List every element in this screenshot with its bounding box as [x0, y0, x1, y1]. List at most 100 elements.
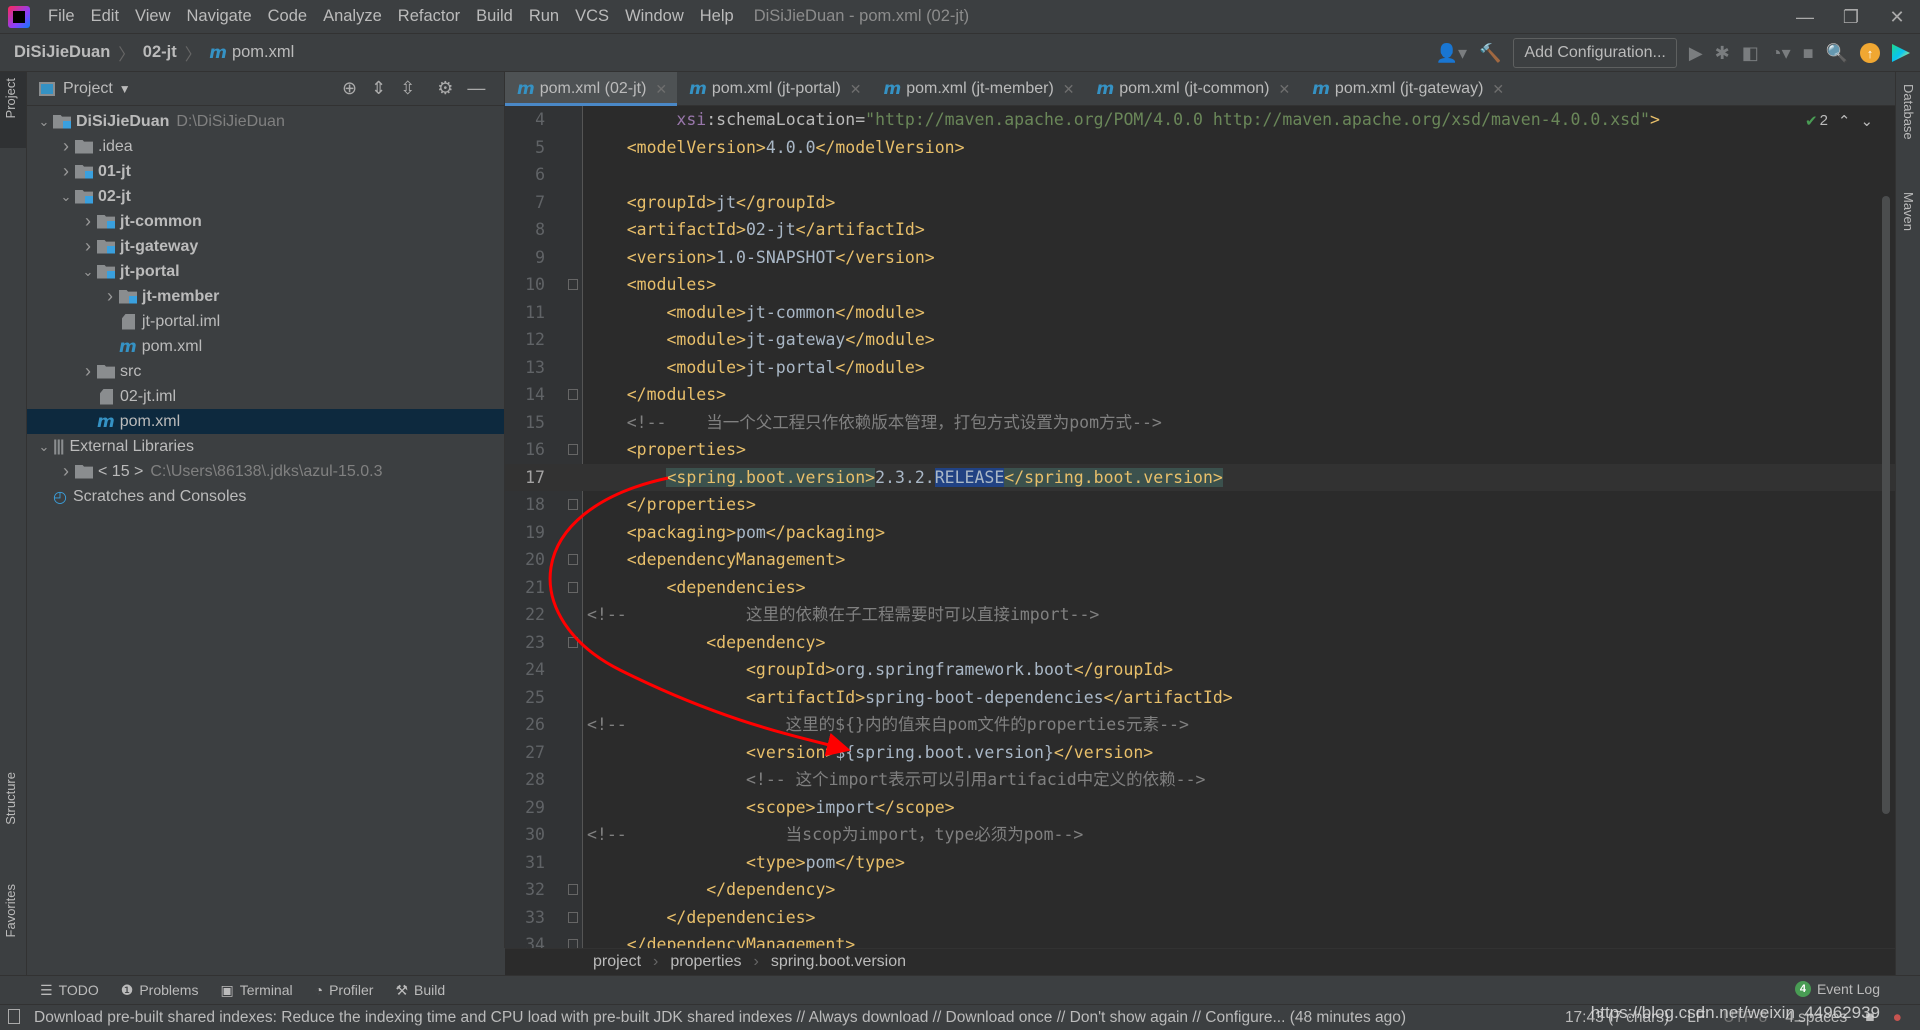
- build-tool-button[interactable]: ⚒ Build: [395, 982, 445, 999]
- coverage-icon[interactable]: ◧: [1742, 43, 1759, 64]
- menu-view[interactable]: View: [127, 7, 178, 26]
- tab-pom-xml-jt-portal-[interactable]: m pom.xml (jt-portal) ✕: [677, 72, 871, 106]
- menu-navigate[interactable]: Navigate: [179, 7, 260, 26]
- nav-crumb-project[interactable]: DiSiJieDuan: [14, 43, 110, 62]
- stripe-structure[interactable]: Structure: [3, 772, 18, 825]
- hide-icon[interactable]: —: [467, 78, 485, 99]
- stripe-project[interactable]: Project: [3, 78, 18, 118]
- code-with-me-icon[interactable]: [1892, 44, 1910, 62]
- tree-item[interactable]: 02-jt.iml: [27, 384, 504, 409]
- chevron-right-icon[interactable]: ›: [79, 236, 97, 257]
- gear-icon[interactable]: ⚙: [437, 78, 453, 99]
- collapse-all-icon[interactable]: ⇳: [400, 78, 415, 99]
- status-toggle-icon[interactable]: [8, 1009, 20, 1024]
- breadcrumb-spring-boot-version[interactable]: spring.boot.version: [771, 953, 906, 971]
- fold-marker-icon[interactable]: [568, 279, 578, 290]
- tree-item[interactable]: m pom.xml: [27, 409, 504, 434]
- expand-all-icon[interactable]: ⇕: [371, 78, 386, 99]
- fold-marker-icon[interactable]: [568, 444, 578, 455]
- tree-item[interactable]: › jt-member: [27, 284, 504, 309]
- problems-tool-button[interactable]: ❶ Problems: [121, 982, 199, 999]
- inspection-widget[interactable]: ✔ 2 ⌃ ⌄: [1805, 112, 1873, 130]
- tree-item[interactable]: m pom.xml: [27, 334, 504, 359]
- breadcrumb-project[interactable]: project: [593, 953, 641, 971]
- user-icon[interactable]: 👤▾: [1436, 43, 1467, 64]
- close-tab-icon[interactable]: ✕: [655, 81, 667, 98]
- profile-icon[interactable]: ◔▾: [1771, 43, 1791, 64]
- status-message[interactable]: Download pre-built shared indexes: Reduc…: [34, 1009, 1406, 1027]
- close-tab-icon[interactable]: ✕: [1278, 81, 1290, 98]
- locate-icon[interactable]: ⊕: [342, 78, 357, 99]
- tree-item[interactable]: ⌄ 02-jt: [27, 184, 504, 209]
- chevron-right-icon[interactable]: ›: [57, 161, 75, 182]
- stripe-maven[interactable]: Maven: [1901, 192, 1916, 231]
- close-tab-icon[interactable]: ✕: [1492, 81, 1504, 98]
- chevron-down-icon[interactable]: ⌄: [35, 439, 53, 455]
- debug-icon[interactable]: ✱: [1715, 43, 1730, 64]
- tree-item[interactable]: ◴ Scratches and Consoles: [27, 484, 504, 509]
- code-editor[interactable]: 4 xsi:schemaLocation="http://maven.apach…: [505, 106, 1895, 948]
- nav-crumb-module[interactable]: 02-jt: [143, 43, 177, 62]
- menu-window[interactable]: Window: [617, 7, 692, 26]
- menu-build[interactable]: Build: [468, 7, 521, 26]
- stripe-database[interactable]: Database: [1901, 84, 1916, 140]
- breadcrumb-properties[interactable]: properties: [670, 953, 741, 971]
- project-view-selector[interactable]: Project: [63, 80, 113, 98]
- chevron-down-icon[interactable]: ▼: [119, 82, 131, 96]
- close-tab-icon[interactable]: ✕: [850, 81, 862, 98]
- fold-marker-icon[interactable]: [568, 554, 578, 565]
- chevron-up-icon[interactable]: ⌃: [1838, 112, 1851, 130]
- fold-marker-icon[interactable]: [568, 636, 578, 648]
- chevron-right-icon[interactable]: ›: [79, 361, 97, 382]
- fold-marker-icon[interactable]: [568, 884, 578, 895]
- fold-marker-icon[interactable]: [568, 389, 578, 400]
- chevron-down-icon[interactable]: ⌄: [79, 264, 97, 280]
- close-tab-icon[interactable]: ✕: [1063, 81, 1075, 98]
- chevron-down-icon[interactable]: ⌄: [57, 189, 75, 205]
- menu-code[interactable]: Code: [260, 7, 315, 26]
- close-button[interactable]: ✕: [1874, 0, 1920, 34]
- event-log-button[interactable]: 4 Event Log: [1794, 981, 1880, 997]
- chevron-right-icon[interactable]: ›: [101, 286, 119, 307]
- chevron-right-icon[interactable]: ›: [79, 211, 97, 232]
- tree-item[interactable]: › jt-gateway: [27, 234, 504, 259]
- nav-crumb-file[interactable]: pom.xml: [232, 43, 294, 62]
- todo-tool-button[interactable]: ☰ TODO: [40, 982, 99, 999]
- menu-file[interactable]: File: [40, 7, 83, 26]
- tree-item[interactable]: ⌄ DiSiJieDuan D:\DiSiJieDuan: [27, 109, 504, 134]
- update-icon[interactable]: ↑: [1860, 43, 1880, 63]
- tab-pom-xml-jt-member-[interactable]: m pom.xml (jt-member) ✕: [872, 72, 1085, 106]
- tab-pom-xml-02-jt-[interactable]: m pom.xml (02-jt) ✕: [505, 72, 678, 107]
- menu-edit[interactable]: Edit: [83, 7, 127, 26]
- add-configuration-button[interactable]: Add Configuration...: [1513, 38, 1677, 68]
- profiler-tool-button[interactable]: ◔ Profiler: [315, 982, 374, 998]
- stop-icon[interactable]: ■: [1803, 43, 1814, 64]
- fold-marker-icon[interactable]: [568, 499, 578, 510]
- tree-item[interactable]: ⌄ jt-portal: [27, 259, 504, 284]
- run-icon[interactable]: ▶: [1689, 43, 1703, 64]
- chevron-right-icon[interactable]: ›: [57, 136, 75, 157]
- tab-pom-xml-jt-common-[interactable]: m pom.xml (jt-common) ✕: [1085, 72, 1301, 106]
- tree-item[interactable]: › src: [27, 359, 504, 384]
- restore-button[interactable]: ❐: [1828, 0, 1874, 34]
- menu-help[interactable]: Help: [692, 7, 742, 26]
- search-icon[interactable]: 🔍: [1826, 43, 1848, 64]
- build-hammer-icon[interactable]: 🔨: [1479, 43, 1501, 64]
- tab-pom-xml-jt-gateway-[interactable]: m pom.xml (jt-gateway) ✕: [1300, 72, 1514, 106]
- stripe-favorites[interactable]: Favorites: [3, 884, 18, 937]
- error-icon[interactable]: ●: [1893, 1009, 1902, 1027]
- tree-item[interactable]: › < 15 > C:\Users\86138\.jdks\azul-15.0.3: [27, 459, 504, 484]
- fold-marker-icon[interactable]: [568, 581, 578, 593]
- tree-item[interactable]: jt-portal.iml: [27, 309, 504, 334]
- editor-scrollbar[interactable]: [1882, 196, 1890, 814]
- tree-item[interactable]: › 01-jt: [27, 159, 504, 184]
- fold-marker-icon[interactable]: [568, 911, 578, 923]
- tree-item[interactable]: › .idea: [27, 134, 504, 159]
- menu-analyze[interactable]: Analyze: [315, 7, 390, 26]
- terminal-tool-button[interactable]: ▣ Terminal: [220, 982, 292, 999]
- minimize-button[interactable]: —: [1782, 0, 1828, 34]
- chevron-right-icon[interactable]: ›: [57, 461, 75, 482]
- tree-item[interactable]: › jt-common: [27, 209, 504, 234]
- menu-vcs[interactable]: VCS: [567, 7, 617, 26]
- tree-item[interactable]: ⌄ ||| External Libraries: [27, 434, 504, 459]
